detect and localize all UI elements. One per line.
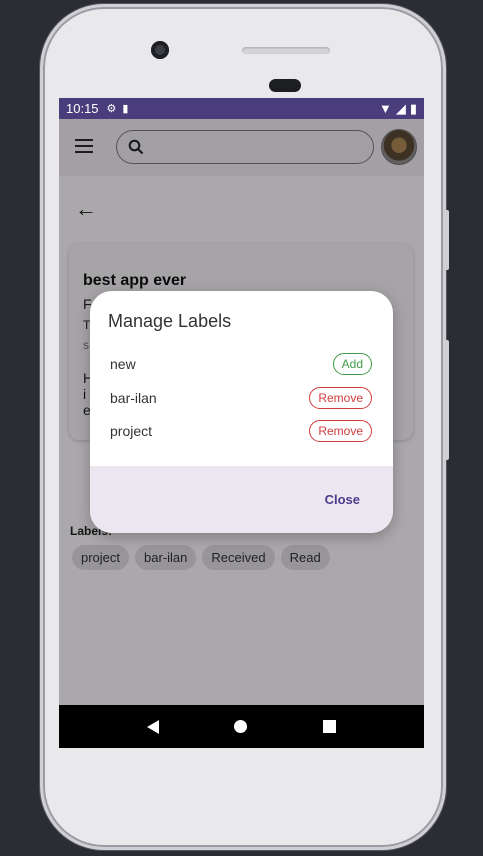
label-row-project: project Remove xyxy=(110,420,372,442)
battery-icon: ▮ xyxy=(409,100,417,116)
dialog-footer: Close xyxy=(90,466,393,533)
remove-label-button[interactable]: Remove xyxy=(309,420,372,442)
label-name: new xyxy=(110,356,136,372)
settings-gear-icon: ⚙ xyxy=(106,103,117,115)
label-row-bar-ilan: bar-ilan Remove xyxy=(110,387,372,409)
status-bar: 10:15 ⚙ ▮ ▼ ◢ ▮ xyxy=(59,98,424,119)
label-name: bar-ilan xyxy=(110,390,157,406)
status-time: 10:15 xyxy=(66,101,99,116)
remove-label-button[interactable]: Remove xyxy=(309,387,372,409)
cell-signal-icon: ◢ xyxy=(395,100,406,116)
power-button[interactable] xyxy=(444,210,449,270)
sd-card-icon: ▮ xyxy=(122,103,129,115)
front-camera-icon xyxy=(151,41,169,59)
system-nav-bar xyxy=(59,705,424,748)
top-speaker-grille xyxy=(242,47,330,54)
manage-labels-dialog: Manage Labels new Add bar-ilan Remove pr… xyxy=(90,291,393,533)
nav-recents-icon[interactable] xyxy=(323,720,337,733)
label-row-new: new Add xyxy=(110,353,372,375)
wifi-icon: ▼ xyxy=(378,101,392,116)
label-name: project xyxy=(110,423,153,439)
screen: 10:15 ⚙ ▮ ▼ ◢ ▮ ← best app ever F T s H … xyxy=(59,98,424,748)
nav-home-icon[interactable] xyxy=(234,720,248,733)
add-label-button[interactable]: Add xyxy=(332,353,372,375)
volume-button[interactable] xyxy=(444,340,449,460)
close-button[interactable]: Close xyxy=(325,492,360,507)
earpiece xyxy=(269,79,301,92)
nav-back-icon[interactable] xyxy=(146,719,159,734)
dialog-title: Manage Labels xyxy=(108,311,232,331)
